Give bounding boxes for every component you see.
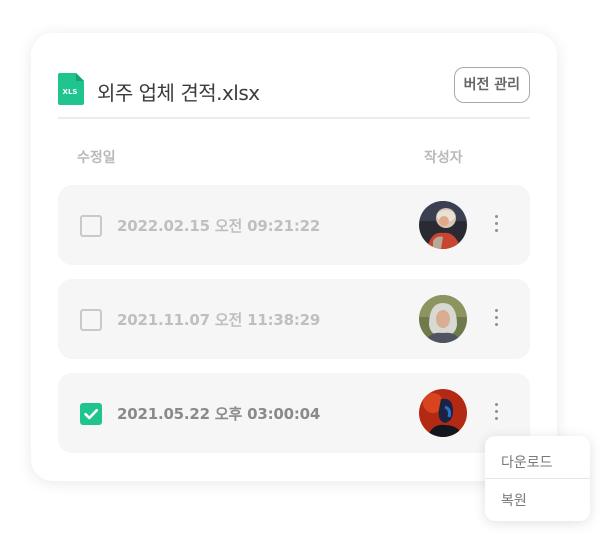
row-context-menu: 다운로드 복원: [485, 436, 590, 521]
version-history-card: XLS 외주 업체 견적.xlsx 버전 관리 수정일 작성자 2022.02.…: [31, 33, 557, 481]
row-modified-date: 2021.05.22 오후 03:00:04: [117, 405, 321, 423]
avatar: [419, 201, 467, 249]
column-header-author: 작성자: [424, 150, 463, 166]
avatar-elderly-woman-red-shirt-icon: [419, 201, 467, 249]
row-checkbox-checked[interactable]: [80, 403, 102, 425]
row-checkbox[interactable]: [80, 309, 102, 331]
column-header-modified-date: 수정일: [77, 150, 116, 166]
avatar-elderly-woman-gray-hair-icon: [419, 295, 467, 343]
row-modified-date: 2022.02.15 오전 09:21:22: [117, 217, 321, 235]
more-options-icon[interactable]: [484, 305, 508, 333]
avatar: [419, 295, 467, 343]
checkmark-icon: [84, 408, 99, 420]
version-row[interactable]: 2021.05.22 오후 03:00:04: [58, 373, 530, 453]
menu-item-download[interactable]: 다운로드: [501, 452, 553, 472]
file-icon-label: XLS: [63, 88, 78, 96]
row-modified-date: 2021.11.07 오전 11:38:29: [117, 311, 321, 329]
xlsx-file-icon: XLS: [58, 73, 84, 105]
version-management-button[interactable]: 버전 관리: [453, 67, 530, 103]
row-checkbox[interactable]: [80, 215, 102, 237]
version-row[interactable]: 2022.02.15 오전 09:21:22: [58, 185, 530, 265]
file-title: 외주 업체 견적.xlsx: [97, 81, 260, 105]
version-history-stage: XLS 외주 업체 견적.xlsx 버전 관리 수정일 작성자 2022.02.…: [0, 0, 602, 540]
version-row[interactable]: 2021.11.07 오전 11:38:29: [58, 279, 530, 359]
more-options-icon[interactable]: [484, 211, 508, 239]
avatar-person-red-background-icon: [419, 389, 467, 437]
card-header: XLS 외주 업체 견적.xlsx 버전 관리: [58, 67, 530, 119]
more-options-icon[interactable]: [484, 399, 508, 427]
menu-divider: [485, 478, 590, 479]
menu-item-restore[interactable]: 복원: [501, 490, 527, 510]
avatar: [419, 389, 467, 437]
